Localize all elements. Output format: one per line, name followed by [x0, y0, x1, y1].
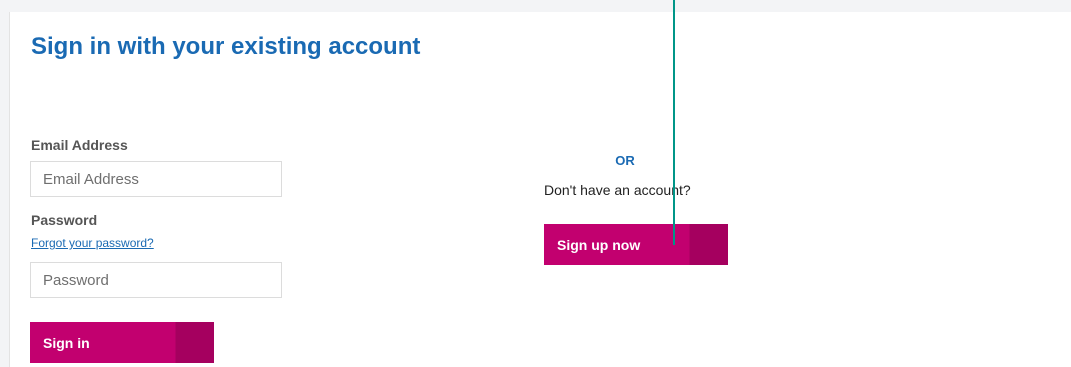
- email-input[interactable]: [30, 161, 282, 197]
- sign-up-button[interactable]: Sign up now: [544, 224, 728, 265]
- no-account-prompt: Don't have an account?: [544, 182, 691, 198]
- password-label: Password: [31, 212, 98, 228]
- email-label: Email Address: [31, 137, 128, 153]
- password-input[interactable]: [30, 262, 282, 298]
- mouse-pointer-line: [673, 0, 675, 245]
- page-title: Sign in with your existing account: [31, 33, 421, 60]
- sign-in-button[interactable]: Sign in: [30, 322, 214, 363]
- or-divider-label: OR: [615, 153, 635, 168]
- forgot-password-link[interactable]: Forgot your password?: [31, 236, 154, 250]
